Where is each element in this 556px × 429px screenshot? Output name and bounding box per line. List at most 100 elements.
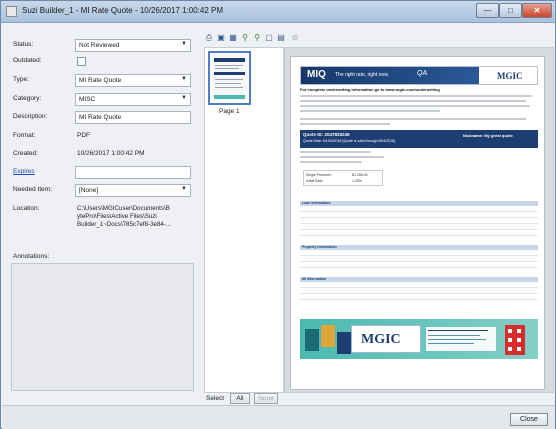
status-label: Status: <box>13 41 34 48</box>
window-title: Suzi Builder_1 - MI Rate Quote - 10/26/2… <box>22 6 224 15</box>
doc-text-line <box>300 110 440 112</box>
page-thumbnail[interactable] <box>208 51 251 105</box>
doc-text-line <box>300 161 362 163</box>
fit-page-icon[interactable]: ▢ <box>264 32 274 43</box>
loan-info-title: Loan Information <box>302 201 331 205</box>
expires-input[interactable] <box>75 166 191 179</box>
format-label: Format: <box>13 132 36 139</box>
created-row: Created: 10/26/2017 1:00:42 PM <box>11 148 199 162</box>
description-row: Description: MI Rate Quote <box>11 111 199 125</box>
description-input[interactable]: MI Rate Quote <box>75 111 191 124</box>
table-row <box>300 251 538 256</box>
table-row <box>300 257 538 262</box>
save-icon[interactable]: ▦ <box>228 32 238 43</box>
thumb-line <box>215 65 243 66</box>
doc-text-line <box>300 156 384 158</box>
thumb-quote-bar <box>214 72 245 75</box>
category-value: MISC <box>79 96 96 103</box>
doc-underwriting-heading: For complete underwriting information go… <box>300 87 440 92</box>
chevron-down-icon: ▼ <box>181 41 187 47</box>
initial-rate-value: 1.25% <box>352 179 362 183</box>
needed-item-value: [None] <box>79 187 99 194</box>
window-mark <box>508 329 512 333</box>
select-none-button: None <box>254 393 278 404</box>
document-properties-panel: Status: Not Reviewed ▼ Outdated: Type: M… <box>11 31 199 401</box>
bottom-bar <box>2 405 555 429</box>
table-row <box>300 263 538 268</box>
maximize-button[interactable]: □ <box>499 3 522 18</box>
print-icon[interactable]: ⎙ <box>204 32 214 43</box>
status-row: Status: Not Reviewed ▼ <box>11 39 199 53</box>
minimize-button[interactable]: — <box>476 3 499 18</box>
doc-text-line <box>300 118 526 120</box>
category-select[interactable]: MISC ▼ <box>75 93 191 106</box>
loan-info-header <box>300 201 538 206</box>
expires-link[interactable]: Expires <box>13 168 35 175</box>
ad-logo-text: MGIC <box>361 332 401 347</box>
document-viewer-window: Suzi Builder_1 - MI Rate Quote - 10/26/2… <box>0 0 556 429</box>
mi-info-header <box>300 277 538 282</box>
initial-rate-label: Initial Rate: <box>306 179 324 183</box>
type-value: MI Rate Quote <box>79 77 122 84</box>
mi-info-title: MI Information <box>302 277 327 281</box>
doc-text-line <box>300 105 530 107</box>
table-row <box>300 283 538 288</box>
description-value: MI Rate Quote <box>79 114 122 121</box>
window-mark <box>508 347 512 351</box>
expires-row: Expires <box>11 166 199 180</box>
select-label: Select <box>206 395 225 402</box>
doc-text-line <box>300 151 370 153</box>
house-icon <box>337 332 351 354</box>
needed-item-label: Needed Item: <box>13 186 53 193</box>
ad-line <box>428 330 488 331</box>
close-button[interactable]: Close <box>510 413 548 426</box>
status-select[interactable]: Not Reviewed ▼ <box>75 39 191 52</box>
page-thumbnail-image <box>212 55 247 101</box>
table-row <box>300 213 538 218</box>
document-page: MIQ The right rate, right now. QA MGIC F… <box>290 56 545 390</box>
document-view[interactable]: MIQ The right rate, right now. QA MGIC F… <box>284 47 554 393</box>
close-window-button[interactable]: ✕ <box>522 3 552 18</box>
outdated-row: Outdated: <box>11 55 199 69</box>
table-row <box>300 225 538 230</box>
select-all-button[interactable]: All <box>230 393 250 404</box>
house-icon <box>305 329 319 351</box>
needed-item-select[interactable]: [None] ▼ <box>75 184 191 197</box>
house-icon <box>321 325 335 347</box>
building-icon <box>505 325 525 355</box>
format-value: PDF <box>77 132 90 139</box>
category-row: Category: MISC ▼ <box>11 93 199 107</box>
format-row: Format: PDF <box>11 130 199 144</box>
outdated-checkbox[interactable] <box>77 57 86 66</box>
table-row <box>300 207 538 212</box>
ad-text-block <box>426 327 496 351</box>
window-mark <box>517 338 521 342</box>
type-select[interactable]: MI Rate Quote ▼ <box>75 74 191 87</box>
doc-quote-id: Quote ID: 2047826249 <box>303 132 350 137</box>
property-info-title: Property Information <box>302 245 337 249</box>
window-mark <box>517 347 521 351</box>
window-mark <box>517 329 521 333</box>
ad-mgic-logo: MGIC <box>351 325 421 353</box>
type-label: Type: <box>13 76 29 83</box>
table-row <box>300 219 538 224</box>
doc-mic-text: MIQ <box>307 69 326 80</box>
thumb-banner <box>214 58 245 62</box>
doc-text-line <box>300 100 526 102</box>
zoom-in-icon[interactable]: ⚲ <box>240 32 250 43</box>
thumbnail-panel: Page 1 <box>204 47 284 393</box>
created-label: Created: <box>13 150 38 157</box>
annotations-textarea[interactable] <box>11 263 194 391</box>
doc-quote-date: Quote Date: 6/1/04/2018 (Quote is valid … <box>303 139 396 143</box>
location-value: C:\Users\MGICuser\Documents\B ytePro\Fil… <box>77 205 172 228</box>
doc-mgic-logo: MGIC <box>497 71 523 81</box>
document-icon[interactable]: ▣ <box>216 32 226 43</box>
created-value: 10/26/2017 1:00:42 PM <box>77 150 145 157</box>
app-icon <box>6 6 17 17</box>
ad-line <box>428 335 480 336</box>
zoom-out-icon[interactable]: ⚲ <box>252 32 262 43</box>
doc-qa-text: QA <box>417 70 428 77</box>
location-row: Location: C:\Users\MGICuser\Documents\B … <box>11 203 199 237</box>
thumb-ad <box>214 95 245 99</box>
fit-width-icon[interactable]: ▤ <box>276 32 286 43</box>
